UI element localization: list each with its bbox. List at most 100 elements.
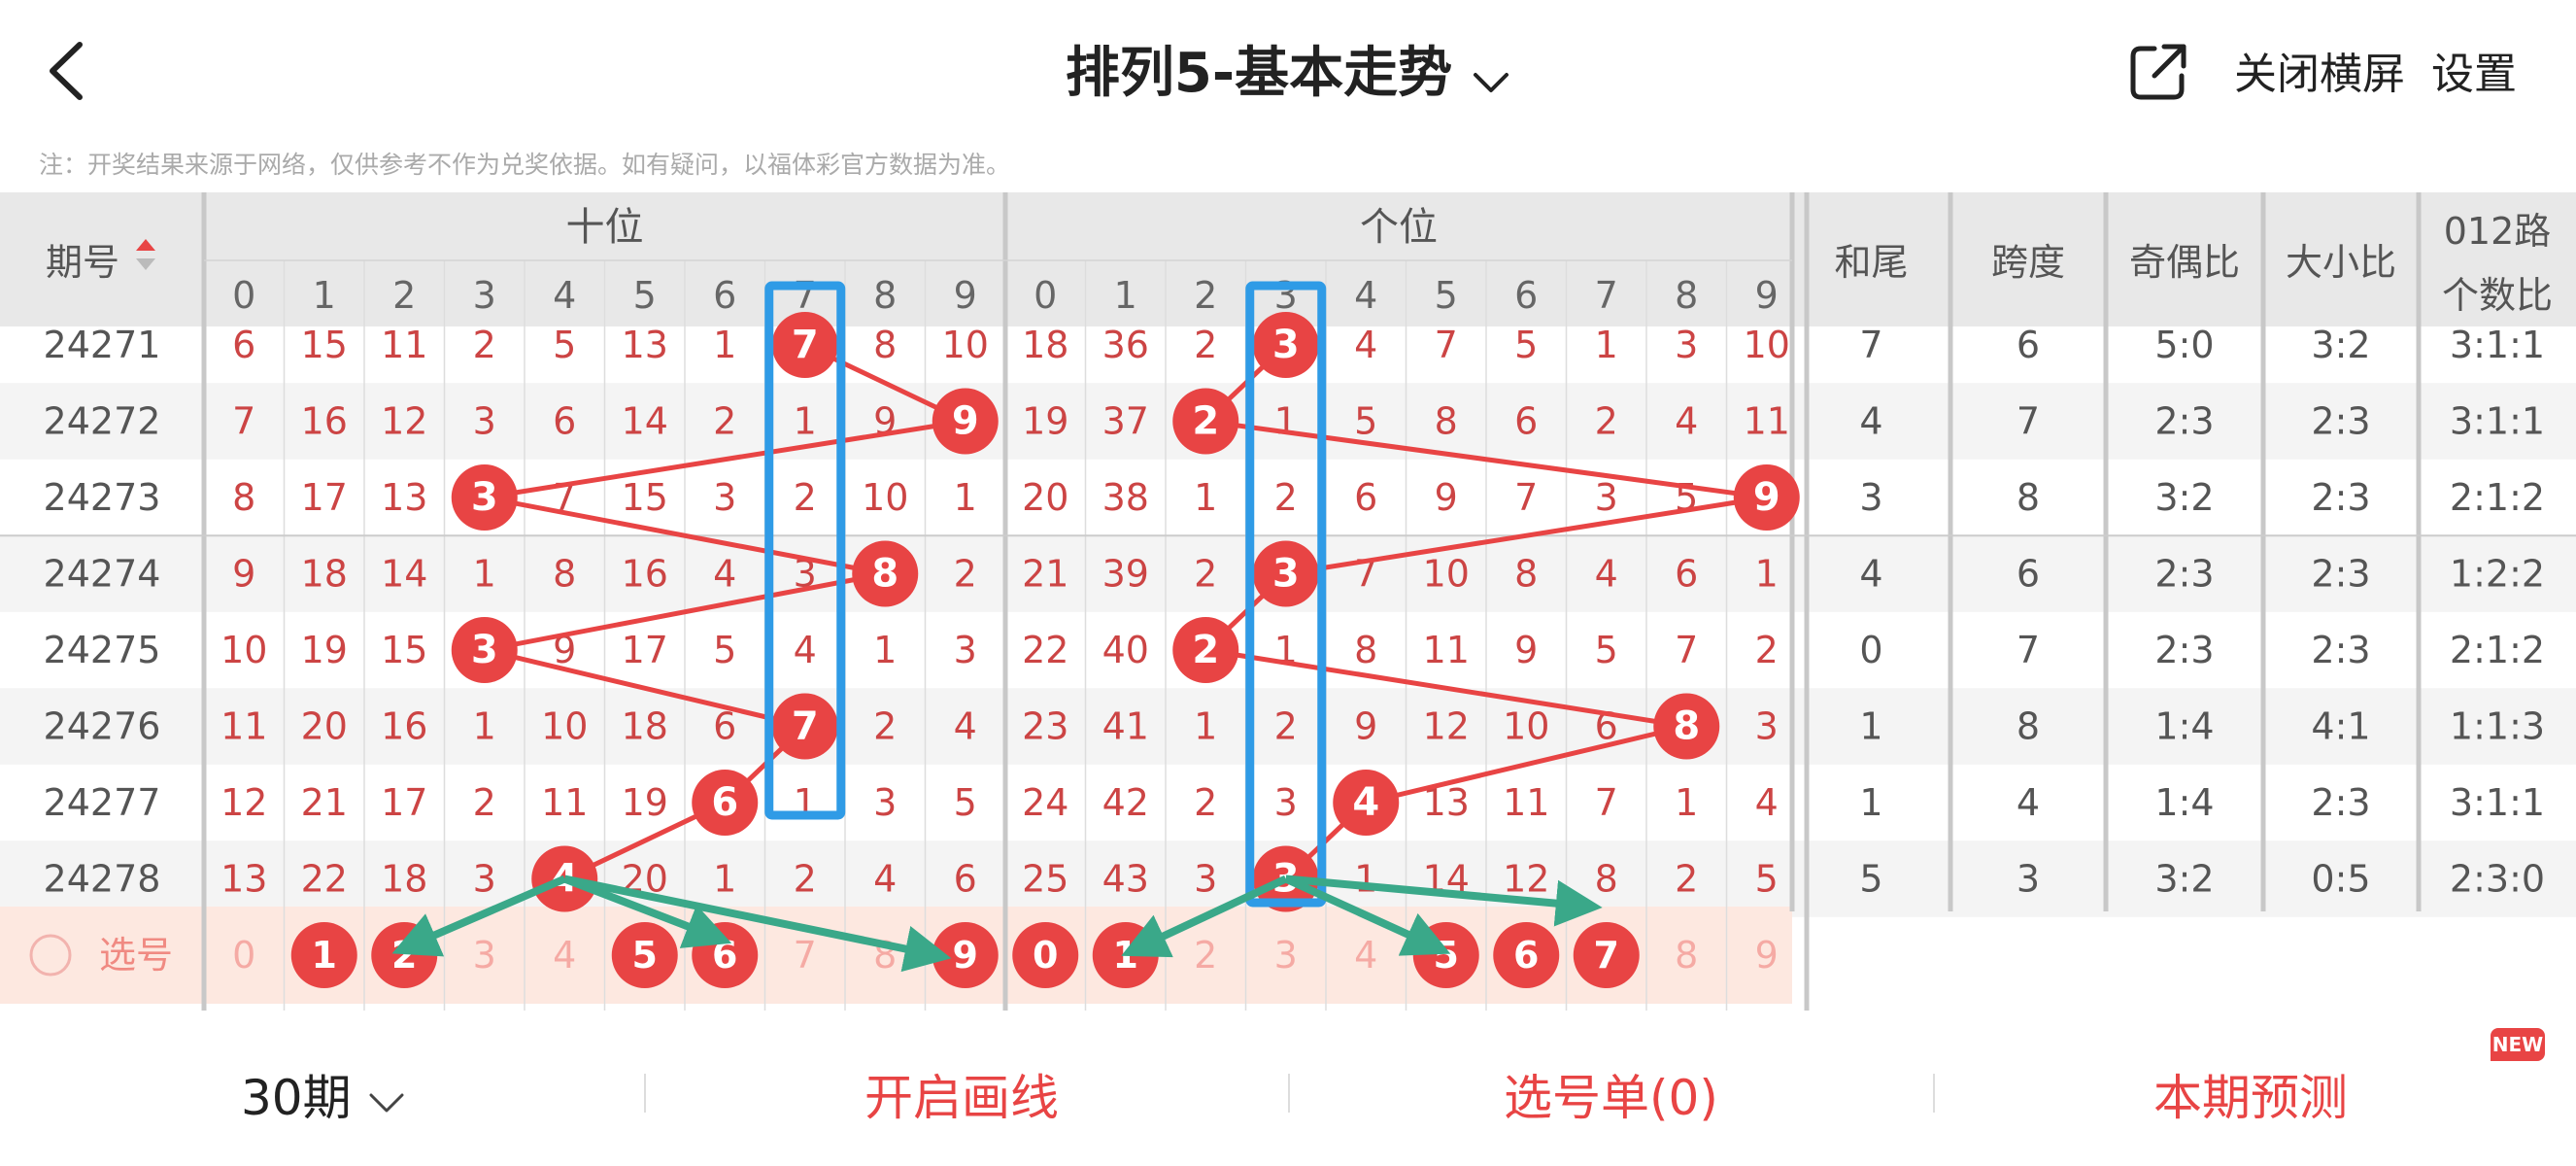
pick-number-label: 1 [1113,934,1138,977]
pick-number[interactable]: 1 [290,922,357,988]
tens-miss-cell: 2 [794,476,817,519]
pick-number[interactable]: 5 [611,922,678,988]
pick-number-label: 7 [1594,934,1619,977]
stat-header: 跨度 [1991,241,2065,284]
table-row: 24272 7 16 12 3 6 14 2 1 9 19 37 1 5 8 6 2 4 11 4 7 2:3 2:3 3:1… [44,400,2546,443]
units-miss-cell: 1 [1675,781,1698,824]
tens-digit-header: 4 [553,274,576,317]
route012-header: 012路 [2444,210,2552,253]
period-cell: 24272 [44,400,161,443]
hit-ball-number: 7 [792,323,819,367]
pick-number[interactable]: 7 [1573,922,1640,988]
tens-miss-cell: 4 [713,553,736,596]
units-miss-cell: 9 [1514,629,1538,671]
trend-table: 期号十位 个位0 01 12 23 34 45 56 67 78 89 9和尾 跨度 奇偶比 大小比012路… [0,192,2576,1011]
tens-miss-cell: 15 [301,324,348,366]
units-miss-cell: 25 [1022,858,1068,901]
tens-miss-cell: 5 [553,324,576,366]
tens-miss-cell: 3 [954,629,977,671]
hit-ball-number: 3 [1272,552,1300,597]
divider [1288,1074,1290,1113]
units-digit-header: 8 [1675,274,1698,317]
tens-miss-cell: 18 [622,705,668,748]
units-miss-cell: 8 [1435,400,1458,443]
tens-miss-cell: 10 [862,476,908,519]
periods-selector[interactable]: 30期 [241,1059,406,1129]
stat-cell: 6 [2017,553,2040,596]
units-miss-cell: 36 [1102,324,1149,366]
tens-miss-cell: 13 [622,324,668,366]
pick-number[interactable]: 3 [1274,934,1298,977]
pick-number[interactable]: 0 [1012,922,1079,988]
stat-cell: 8 [2017,476,2040,519]
units-miss-cell: 1 [1755,553,1779,596]
units-miss-cell: 2 [1755,629,1779,671]
tens-hit-ball: 7 [771,693,838,760]
units-miss-cell: 19 [1022,400,1068,443]
pick-number[interactable]: 0 [232,934,255,977]
tens-miss-cell: 12 [381,400,427,443]
pick-number[interactable]: 5 [1412,922,1479,988]
page-title-text: 排列5-基本走势 [1065,42,1453,105]
stat-cell: 2:1:2 [2450,476,2545,519]
stat-cell: 5 [1859,858,1882,901]
settings-button[interactable]: 设置 [2431,39,2517,101]
pick-number[interactable]: 1 [1092,922,1159,988]
tens-miss-cell: 2 [873,705,897,748]
pick-number-label: 0 [1033,934,1058,977]
tens-miss-cell: 14 [381,553,427,596]
tens-miss-cell: 22 [301,858,348,901]
tens-miss-cell: 11 [220,705,267,748]
pick-number[interactable]: 2 [1194,934,1217,977]
pick-number[interactable]: 8 [1675,934,1698,977]
page-title[interactable]: 排列5-基本走势 [0,29,2576,108]
tens-miss-cell: 1 [713,324,736,366]
units-miss-cell: 6 [1354,476,1377,519]
pick-label: 选号 [99,934,173,977]
period-cell: 24277 [44,781,161,824]
pick-number[interactable]: 4 [553,934,576,977]
pick-number[interactable]: 9 [932,922,999,988]
tens-miss-cell: 4 [873,858,897,901]
units-miss-cell: 11 [1423,629,1470,671]
units-miss-cell: 6 [1514,400,1538,443]
units-miss-cell: 11 [1503,781,1549,824]
tens-miss-cell: 9 [232,553,255,596]
units-miss-cell: 3 [1755,705,1779,748]
tens-miss-cell: 8 [553,553,576,596]
units-hit-ball: 8 [1653,693,1720,760]
units-miss-cell: 3 [1675,324,1698,366]
units-miss-cell: 7 [1595,781,1618,824]
units-miss-cell: 5 [1514,324,1538,366]
units-miss-cell: 10 [1423,553,1470,596]
tens-miss-cell: 10 [541,705,588,748]
stat-cell: 3:1:1 [2450,781,2545,824]
tens-digit-header: 5 [633,274,657,317]
stat-cell: 2:3 [2311,629,2370,671]
pick-number-label: 5 [632,934,658,977]
pick-number[interactable]: 9 [1755,934,1779,977]
stat-cell: 3 [1859,476,1882,519]
pick-number[interactable]: 4 [1354,934,1377,977]
pick-list-button[interactable]: 选号单(0) [1504,1059,1718,1129]
hit-ball-number: 6 [711,780,738,825]
stat-cell: 7 [2017,400,2040,443]
units-miss-cell: 7 [1514,476,1538,519]
pick-number[interactable]: 3 [473,934,496,977]
stat-cell: 5:0 [2154,324,2214,366]
pick-number[interactable]: 7 [794,934,817,977]
close-landscape-button[interactable]: 关闭横屏 [2234,39,2405,101]
tens-miss-cell: 17 [622,629,668,671]
pick-number-label: 0 [232,934,255,977]
units-miss-cell: 7 [1675,629,1698,671]
tens-miss-cell: 15 [381,629,427,671]
draw-lines-button[interactable]: 开启画线 [864,1059,1059,1129]
units-miss-cell: 42 [1102,781,1149,824]
pick-number-label: 4 [553,934,576,977]
prediction-button[interactable]: 本期预测 [2153,1059,2348,1129]
share-external-icon[interactable] [2127,41,2189,103]
pick-number[interactable]: 6 [1493,922,1560,988]
pick-number[interactable]: 2 [371,922,438,988]
units-miss-cell: 1 [1354,858,1377,901]
units-hit-ball: 2 [1172,617,1239,683]
